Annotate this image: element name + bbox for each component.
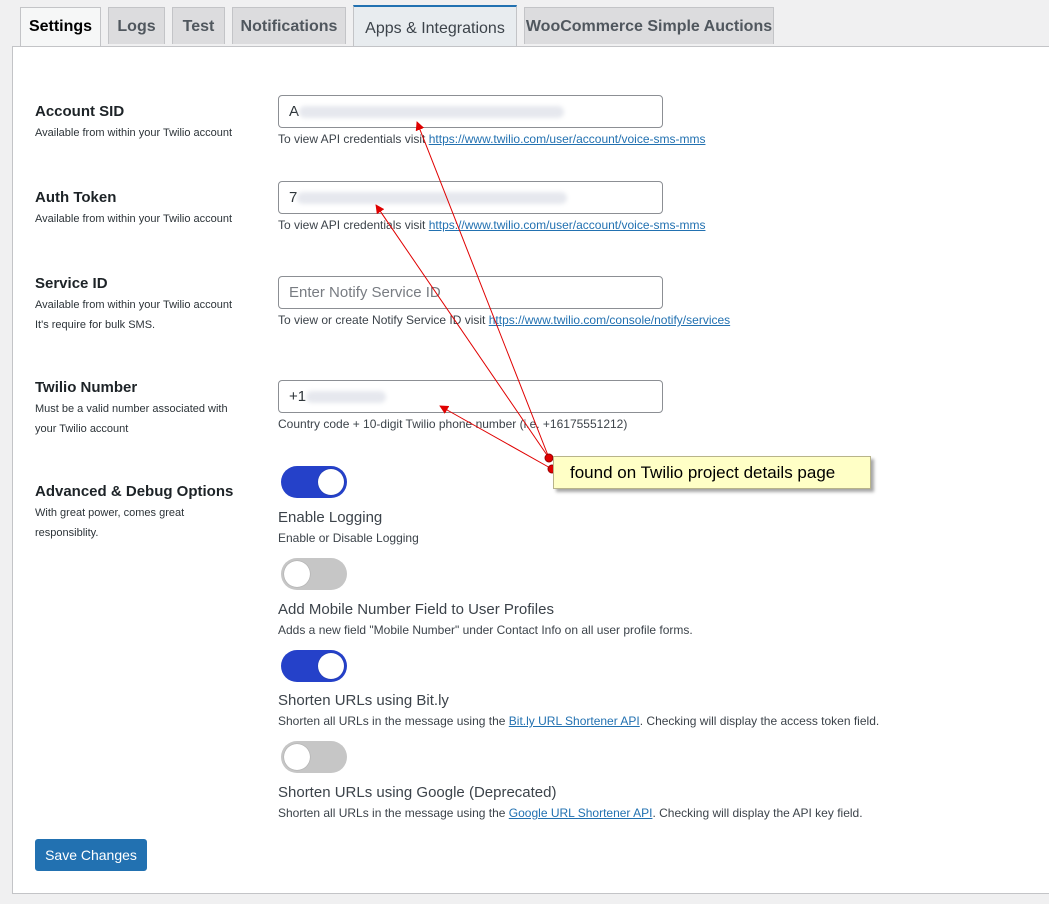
toggle-knob bbox=[318, 469, 344, 495]
tab-settings[interactable]: Settings bbox=[20, 7, 101, 48]
settings-panel bbox=[12, 46, 1049, 894]
service-id-label: Service ID bbox=[35, 275, 108, 292]
twilio-number-hint: Country code + 10-digit Twilio phone num… bbox=[278, 417, 628, 431]
auth-token-desc: Available from within your Twilio accoun… bbox=[35, 213, 233, 225]
google-api-link[interactable]: Google URL Shortener API bbox=[509, 806, 653, 820]
account-sid-link[interactable]: https://www.twilio.com/user/account/voic… bbox=[429, 132, 706, 146]
annotation-callout: found on Twilio project details page bbox=[553, 456, 871, 489]
settings-tabs: Settings Logs Test Notifications Apps & … bbox=[0, 0, 1049, 48]
auth-token-hint-text: To view API credentials visit bbox=[278, 218, 429, 232]
toggle-knob bbox=[284, 561, 310, 587]
tab-logs[interactable]: Logs bbox=[108, 7, 165, 44]
google-shortener-title: Shorten URLs using Google (Deprecated) bbox=[278, 784, 557, 801]
bitly-desc-after: . Checking will display the access token… bbox=[639, 714, 880, 728]
advanced-label: Advanced & Debug Options bbox=[35, 483, 234, 500]
account-sid-value: A bbox=[289, 103, 300, 120]
enable-logging-toggle[interactable] bbox=[281, 466, 347, 498]
mobile-number-field-title: Add Mobile Number Field to User Profiles bbox=[278, 601, 554, 618]
service-id-hint: To view or create Notify Service ID visi… bbox=[278, 313, 730, 327]
tab-woocommerce-simple-auctions[interactable]: WooCommerce Simple Auctions bbox=[524, 7, 774, 44]
account-sid-label: Account SID bbox=[35, 103, 125, 120]
redacted-value bbox=[306, 391, 387, 404]
account-sid-desc: Available from within your Twilio accoun… bbox=[35, 127, 233, 139]
bitly-toggle[interactable] bbox=[281, 650, 347, 682]
google-shortener-desc: Shorten all URLs in the message using th… bbox=[278, 806, 863, 820]
service-id-desc-line2: It's require for bulk SMS. bbox=[35, 319, 156, 331]
advanced-desc-line1: With great power, comes great bbox=[35, 507, 185, 519]
account-sid-hint-text: To view API credentials visit bbox=[278, 132, 429, 146]
mobile-number-field-desc: Adds a new field "Mobile Number" under C… bbox=[278, 623, 693, 637]
save-changes-button[interactable]: Save Changes bbox=[35, 839, 147, 871]
twilio-number-desc-line2: your Twilio account bbox=[35, 423, 129, 435]
twilio-number-input[interactable]: +1 bbox=[278, 380, 663, 413]
bitly-desc-before: Shorten all URLs in the message using th… bbox=[278, 714, 509, 728]
auth-token-label: Auth Token bbox=[35, 189, 117, 206]
advanced-desc: With great power, comes great responsibl… bbox=[35, 503, 255, 543]
twilio-number-desc: Must be a valid number associated with y… bbox=[35, 399, 255, 439]
tab-notifications[interactable]: Notifications bbox=[232, 7, 346, 44]
mobile-number-field-toggle[interactable] bbox=[281, 558, 347, 590]
google-desc-before: Shorten all URLs in the message using th… bbox=[278, 806, 509, 820]
service-id-desc: Available from within your Twilio accoun… bbox=[35, 295, 255, 335]
account-sid-hint: To view API credentials visit https://ww… bbox=[278, 132, 705, 146]
enable-logging-desc: Enable or Disable Logging bbox=[278, 531, 419, 545]
tab-test[interactable]: Test bbox=[172, 7, 225, 44]
service-id-link[interactable]: https://www.twilio.com/console/notify/se… bbox=[489, 313, 730, 327]
auth-token-link[interactable]: https://www.twilio.com/user/account/voic… bbox=[429, 218, 706, 232]
twilio-number-label: Twilio Number bbox=[35, 379, 138, 396]
bitly-api-link[interactable]: Bit.ly URL Shortener API bbox=[509, 714, 640, 728]
bitly-title: Shorten URLs using Bit.ly bbox=[278, 692, 449, 709]
service-id-hint-text: To view or create Notify Service ID visi… bbox=[278, 313, 489, 327]
service-id-input[interactable] bbox=[278, 276, 663, 309]
auth-token-hint: To view API credentials visit https://ww… bbox=[278, 218, 705, 232]
advanced-desc-line2: responsiblity. bbox=[35, 527, 99, 539]
twilio-number-value: +1 bbox=[289, 388, 307, 405]
google-desc-after: . Checking will display the API key fiel… bbox=[652, 806, 863, 820]
enable-logging-title: Enable Logging bbox=[278, 509, 383, 526]
google-shortener-toggle[interactable] bbox=[281, 741, 347, 773]
redacted-value bbox=[299, 106, 565, 119]
toggle-knob bbox=[318, 653, 344, 679]
service-id-desc-line1: Available from within your Twilio accoun… bbox=[35, 299, 233, 311]
bitly-desc: Shorten all URLs in the message using th… bbox=[278, 714, 879, 728]
toggle-knob bbox=[284, 744, 310, 770]
twilio-number-desc-line1: Must be a valid number associated with bbox=[35, 403, 228, 415]
tab-apps-integrations[interactable]: Apps & Integrations bbox=[353, 5, 517, 46]
auth-token-value: 7 bbox=[289, 189, 298, 206]
redacted-value bbox=[297, 192, 568, 205]
account-sid-input[interactable]: A bbox=[278, 95, 663, 128]
auth-token-input[interactable]: 7 bbox=[278, 181, 663, 214]
